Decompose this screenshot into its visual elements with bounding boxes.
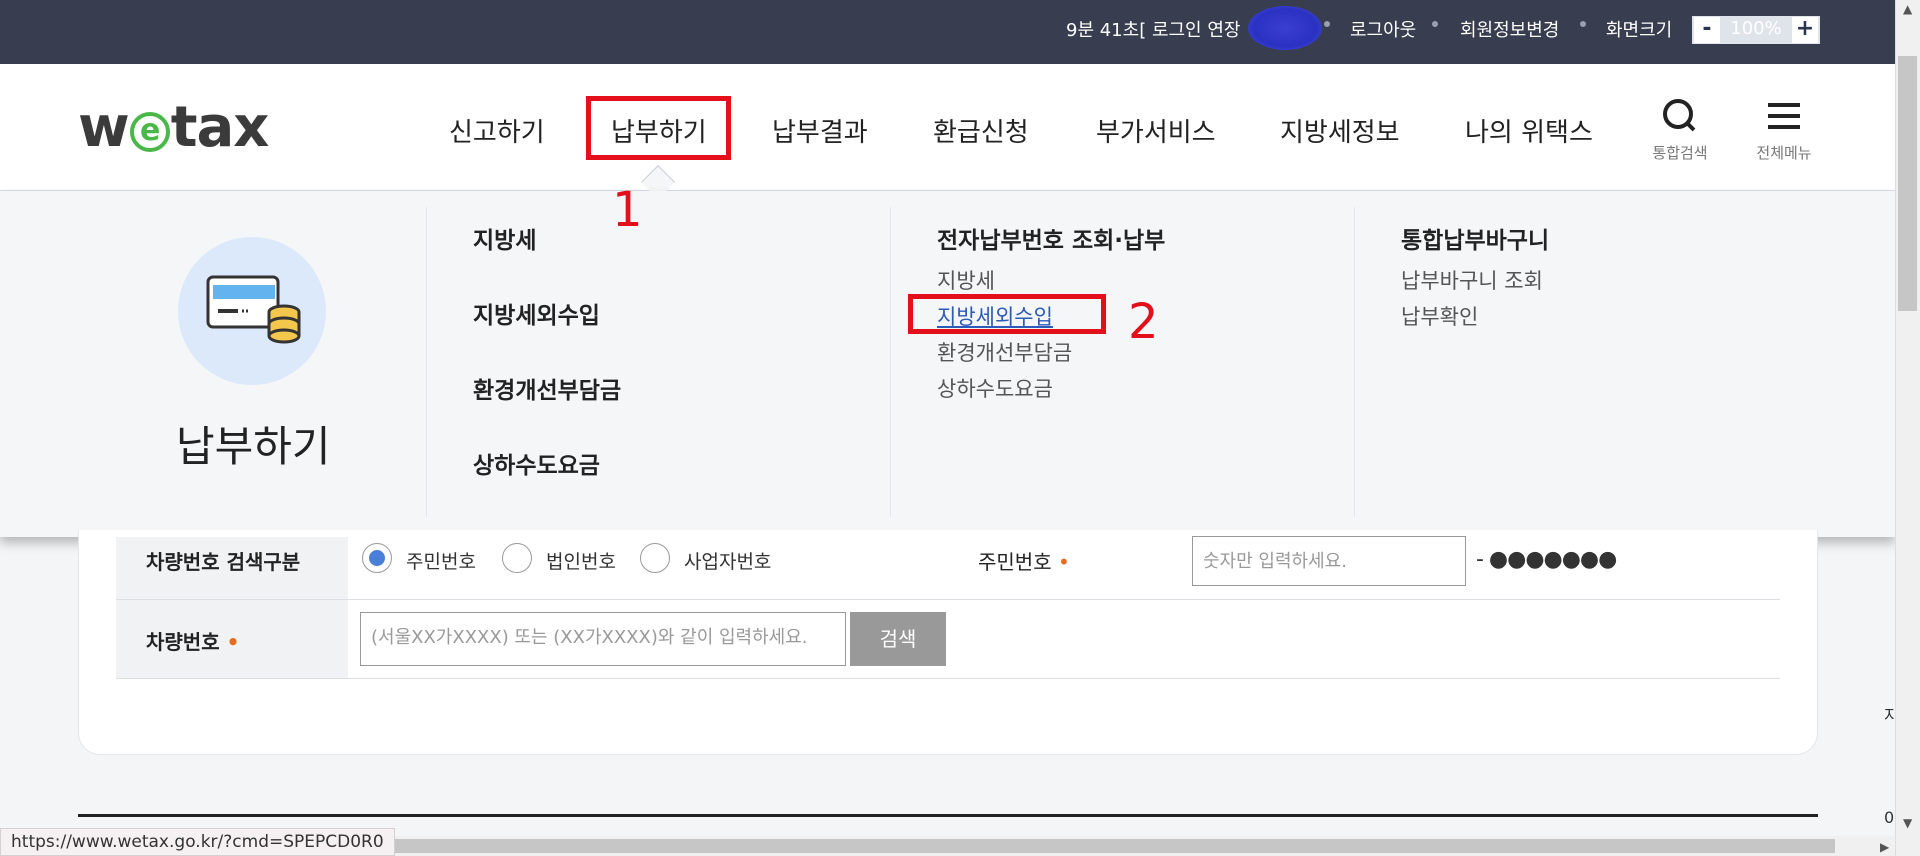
vehicle-number-input[interactable]: (서울XX가XXXX) 또는 (XX가XXXX)와 같이 입력하세요. bbox=[360, 612, 846, 666]
zoom-out-button[interactable]: - bbox=[1694, 17, 1720, 43]
submenu-local-tax[interactable]: 지방세 bbox=[937, 265, 995, 295]
main-header: w e tax 신고하기 납부하기 납부결과 환급신청 부가서비스 지방세정보 나의… bbox=[0, 64, 1895, 191]
mega-menu-title: 납부하기 bbox=[176, 422, 331, 471]
horizontal-scroll-thumb[interactable] bbox=[345, 839, 1835, 853]
logout-link[interactable]: 로그아웃 bbox=[1350, 16, 1416, 42]
required-mark: • bbox=[226, 630, 240, 654]
row-divider bbox=[116, 678, 1780, 679]
payment-mega-menu: 납부하기 지방세 지방세외수입 환경개선부담금 상하수도요금 전자납부번호 조회… bbox=[0, 191, 1895, 537]
vehicle-number-label: 차량번호 • bbox=[146, 626, 239, 655]
nav-local-tax-info[interactable]: 지방세정보 bbox=[1280, 112, 1400, 149]
zoom-value: 100% bbox=[1730, 18, 1782, 39]
top-utility-bar: 9분 41초[ 로그인 연장 로그아웃 회원정보변경 화면크기 - 100% + bbox=[0, 0, 1895, 64]
annotation-box-1 bbox=[586, 96, 731, 160]
menu-basket-heading[interactable]: 통합납부바구니 bbox=[1401, 221, 1549, 255]
column-divider bbox=[426, 207, 427, 517]
column-divider bbox=[890, 207, 891, 517]
footer-divider bbox=[78, 814, 1818, 817]
menu-non-tax-revenue[interactable]: 지방세외수입 bbox=[473, 296, 600, 330]
search-button[interactable]: 검색 bbox=[850, 612, 946, 666]
integrated-search-button[interactable]: 통합검색 bbox=[1650, 98, 1710, 163]
status-bar-url: https://www.wetax.go.kr/?cmd=SPEPCD0R0 bbox=[0, 828, 395, 856]
radio-corporate-label: 법인번호 bbox=[546, 551, 616, 573]
menu-local-tax[interactable]: 지방세 bbox=[473, 221, 536, 255]
vertical-scrollbar[interactable]: ▲ ▼ bbox=[1895, 0, 1920, 856]
member-info-link[interactable]: 회원정보변경 bbox=[1460, 16, 1559, 42]
session-timer[interactable]: 9분 41초[ 로그인 연장 bbox=[1066, 16, 1240, 42]
zoom-in-button[interactable]: + bbox=[1792, 17, 1818, 43]
nav-my-wetax[interactable]: 나의 위택스 bbox=[1465, 112, 1593, 149]
screen-size-label: 화면크기 bbox=[1606, 20, 1673, 41]
resident-number-input[interactable]: 숫자만 입력하세요. bbox=[1192, 536, 1466, 586]
vehicle-number-text: 차량번호 bbox=[146, 630, 220, 654]
search-label: 통합검색 bbox=[1652, 144, 1708, 162]
radio-resident-label: 주민번호 bbox=[406, 551, 476, 573]
menu-water-fee[interactable]: 상하수도요금 bbox=[473, 446, 600, 480]
scroll-up-arrow-icon[interactable]: ▲ bbox=[1903, 2, 1912, 16]
submenu-water-fee[interactable]: 상하수도요금 bbox=[937, 373, 1053, 403]
scroll-right-arrow-icon[interactable]: ▶ bbox=[1880, 840, 1889, 854]
hamburger-icon bbox=[1768, 103, 1800, 129]
page: 9분 41초[ 로그인 연장 로그아웃 회원정보변경 화면크기 - 100% +… bbox=[0, 0, 1920, 856]
logo-e: e bbox=[129, 112, 170, 152]
nav-refund[interactable]: 환급신청 bbox=[933, 112, 1029, 149]
radio-business-number[interactable] bbox=[640, 543, 670, 573]
nav-extra-services[interactable]: 부가서비스 bbox=[1096, 112, 1216, 149]
radio-corporate-number[interactable] bbox=[502, 543, 532, 573]
submenu-environment-charge[interactable]: 환경개선부담금 bbox=[937, 337, 1072, 367]
annotation-number-2: 2 bbox=[1128, 294, 1159, 350]
separator-dot bbox=[1324, 21, 1330, 27]
all-menu-button[interactable]: 전체메뉴 bbox=[1754, 98, 1814, 163]
separator-dot bbox=[1580, 21, 1586, 27]
vertical-scroll-thumb[interactable] bbox=[1898, 56, 1917, 311]
all-menu-label: 전체메뉴 bbox=[1756, 144, 1812, 162]
card-coins-icon bbox=[206, 275, 301, 344]
search-type-label: 차량번호 검색구분 bbox=[146, 550, 301, 574]
logo-text-tax: tax bbox=[170, 95, 270, 160]
redacted-username bbox=[1248, 6, 1322, 50]
resident-number-mask: - ●●●●●●● bbox=[1476, 547, 1617, 572]
annotation-number-1: 1 bbox=[612, 182, 643, 238]
submenu-payment-confirm[interactable]: 납부확인 bbox=[1401, 301, 1478, 331]
payment-icon-circle bbox=[178, 237, 326, 385]
radio-resident-number[interactable] bbox=[362, 543, 392, 573]
search-icon bbox=[1663, 99, 1696, 132]
resident-number-text: 주민번호 bbox=[978, 550, 1052, 574]
resident-number-label: 주민번호 • bbox=[978, 546, 1070, 575]
column-divider bbox=[1354, 207, 1355, 517]
separator-dot bbox=[1432, 21, 1438, 27]
submenu-basket-lookup[interactable]: 납부바구니 조회 bbox=[1401, 265, 1543, 295]
scroll-down-arrow-icon[interactable]: ▼ bbox=[1903, 816, 1912, 830]
logo-text-w: w bbox=[78, 95, 130, 160]
row-divider bbox=[116, 599, 1780, 600]
menu-epay-number-heading[interactable]: 전자납부번호 조회·납부 bbox=[937, 221, 1165, 255]
nav-payment-result[interactable]: 납부결과 bbox=[772, 112, 868, 149]
side-number-fragment: 0 bbox=[1884, 808, 1895, 827]
nav-report[interactable]: 신고하기 bbox=[449, 112, 545, 149]
radio-business-label: 사업자번호 bbox=[684, 551, 772, 573]
required-mark: • bbox=[1057, 550, 1070, 574]
wetax-logo[interactable]: w e tax bbox=[78, 95, 270, 160]
menu-environment-charge[interactable]: 환경개선부담금 bbox=[473, 371, 621, 405]
annotation-box-2 bbox=[908, 294, 1106, 334]
